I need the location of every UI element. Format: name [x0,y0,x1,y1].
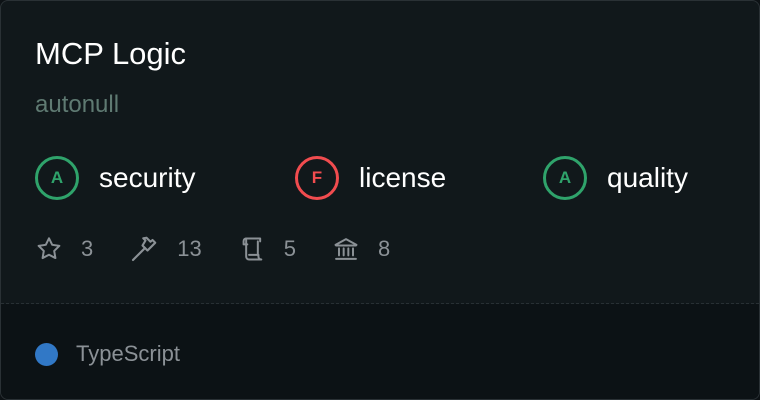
stat-docs-value: 5 [283,236,296,261]
bank-icon [334,238,358,260]
grade-label-security: security [99,162,196,193]
hammer-icon [132,236,157,262]
stat-tools-value: 13 [177,236,202,261]
grade-security: A security [35,156,195,200]
author-name[interactable]: autonull [35,90,119,120]
grade-badge-quality: A [543,156,587,200]
star-icon [37,237,61,260]
language-indicator: TypeScript [35,339,180,369]
stat-docs: 5 [238,234,296,264]
grade-label-license: license [359,162,447,193]
stat-stars: 3 [35,234,93,264]
server-card[interactable]: MCP Logic autonull A security F license … [0,0,760,400]
grade-badge-security: A [35,156,79,200]
stat-stars-value: 3 [81,236,94,261]
stat-tools: 13 [129,234,202,264]
grade-badge-license: F [295,156,339,200]
stat-institution: 8 [332,234,390,264]
stats-row: 3 13 5 8 [35,232,426,266]
card-footer: TypeScript [1,304,759,399]
stat-institution-value: 8 [377,236,391,261]
language-name: TypeScript [76,341,180,366]
grade-label-quality: quality [607,162,688,193]
grade-license: F license [295,156,446,200]
scroll-icon [242,237,263,261]
language-color-dot [35,342,58,366]
grade-quality: A quality [543,156,688,200]
card-title[interactable]: MCP Logic [35,35,186,73]
